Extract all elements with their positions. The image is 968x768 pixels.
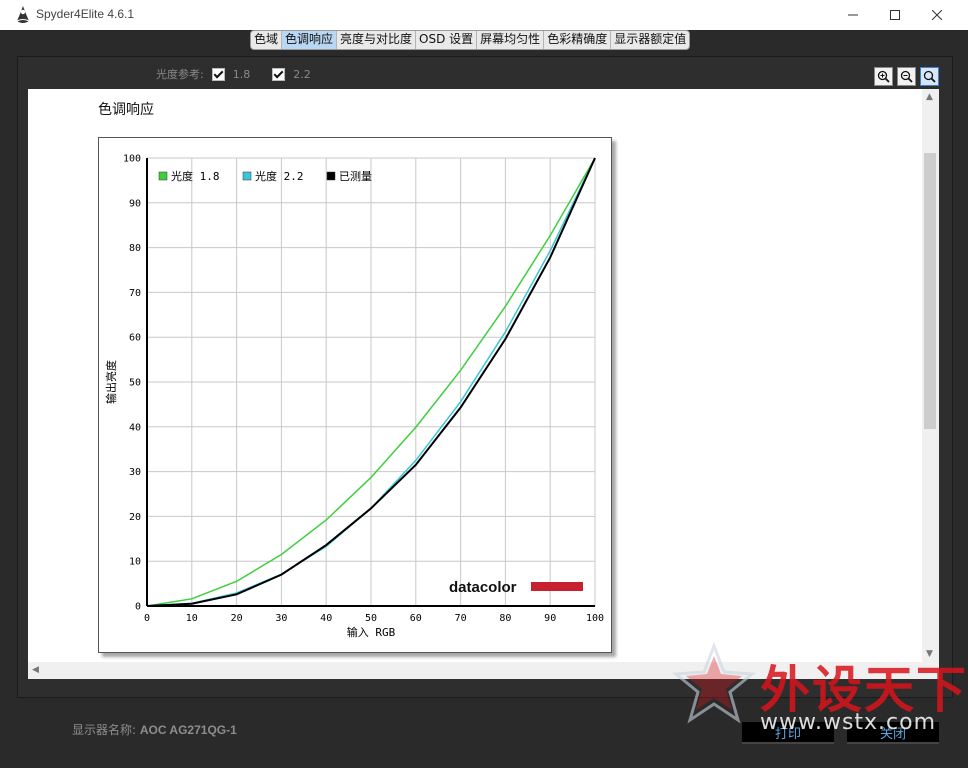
x-tick-label: 100 [586,613,604,624]
tone-response-chart: 0 10 20 30 40 50 60 70 80 90 100 0 10 20 30 40 50 60 70 80 9… [104,154,604,640]
monitor-name-label: 显示器名称: [72,723,137,737]
zoom-out-icon [900,70,913,83]
app-logo-icon [16,6,30,23]
gamma-2-2-label: 2.2 [293,67,311,81]
chart-frame: 0 10 20 30 40 50 60 70 80 90 100 0 10 20 30 40 50 60 70 80 9… [98,137,612,653]
x-tick-label: 20 [231,613,243,624]
tab-osd-settings[interactable]: OSD 设置 [416,31,478,49]
monitor-name-row: 显示器名称: AOC AG271QG-1 [72,721,237,738]
legend-label: 光度 2.2 [255,169,304,183]
zoom-actual-icon [923,70,936,83]
tab-tone-response[interactable]: 色调响应 [282,31,338,49]
y-tick-label: 70 [129,288,141,299]
y-tick-label: 90 [129,198,141,209]
scroll-up-icon[interactable]: ▲ [926,92,933,102]
tab-display-rating[interactable]: 显示器额定值 [611,31,689,49]
y-tick-label: 10 [129,557,141,568]
y-tick-label: 60 [129,333,141,344]
vertical-scroll-thumb[interactable] [924,153,936,429]
x-axis-label: 输入 RGB [347,625,396,639]
zoom-out-button[interactable] [897,67,916,86]
scroll-left-icon[interactable]: ◀ [32,665,39,675]
x-tick-label: 30 [275,613,287,624]
legend-swatch [158,171,168,181]
datacolor-logo-text: datacolor [449,579,517,596]
x-tick-label: 80 [499,613,511,624]
gamma-1-8-label: 1.8 [232,67,251,81]
x-tick-label: 40 [320,613,332,624]
tab-brightness-contrast[interactable]: 亮度与对比度 [337,31,417,49]
maximize-icon [890,10,900,20]
y-axis-label: 输出亮度 [104,360,118,404]
x-tick-label: 0 [144,613,150,624]
zoom-in-icon [877,70,890,83]
gamma-1-8-checkbox[interactable] [211,67,225,81]
chart-viewport: 色调响应 0 10 20 30 40 50 60 70 80 90 100 0 10 20 30 40 50 60… [28,89,939,679]
close-icon [932,10,942,20]
x-tick-label: 60 [410,613,422,624]
minimize-icon [848,14,858,16]
y-tick-label: 50 [129,378,141,389]
legend-swatch [242,171,252,181]
tab-color-accuracy[interactable]: 色彩精确度 [544,31,612,49]
x-tick-label: 10 [186,613,198,624]
tab-strip: 色域 色调响应 亮度与对比度 OSD 设置 屏幕均匀性 色彩精确度 显示器额定值 [250,30,691,50]
x-tick-label: 90 [544,613,556,624]
tab-uniformity[interactable]: 屏幕均匀性 [477,31,545,49]
gamma-reference-bar: 光度参考: 1.8 2.2 [156,66,311,82]
legend-label: 已测量 [339,170,372,183]
y-tick-label: 20 [129,512,141,523]
window-title: Spyder4Elite 4.6.1 [36,7,135,21]
close-window-button[interactable] [914,0,960,30]
watermark-url: www.wstx.com [760,710,937,735]
zoom-in-button[interactable] [874,67,893,86]
y-tick-label: 0 [135,602,141,613]
vertical-scrollbar[interactable]: ▲ ▼ [922,89,939,662]
legend-label: 光度 1.8 [171,169,220,183]
y-tick-label: 100 [123,154,141,165]
datacolor-logo-bar [531,582,583,591]
tab-gamut[interactable]: 色域 [251,31,283,49]
section-title: 色调响应 [98,102,154,118]
x-tick-label: 70 [455,613,467,624]
app-window: Spyder4Elite 4.6.1 色域 色调响应 亮度与对比度 OSD 设置… [0,0,968,768]
maximize-button[interactable] [872,0,918,30]
y-tick-label: 80 [129,243,141,254]
x-tick-label: 50 [365,613,377,624]
minimize-button[interactable] [830,0,876,30]
legend-swatch [326,171,336,181]
y-tick-label: 40 [129,422,141,433]
monitor-name-value: AOC AG271QG-1 [139,723,237,737]
gamma-2-2-checkbox[interactable] [272,67,286,81]
title-bar: Spyder4Elite 4.6.1 [0,0,968,30]
y-tick-label: 30 [129,467,141,478]
zoom-actual-button[interactable] [920,67,939,86]
gamma-reference-label: 光度参考: [156,68,204,81]
